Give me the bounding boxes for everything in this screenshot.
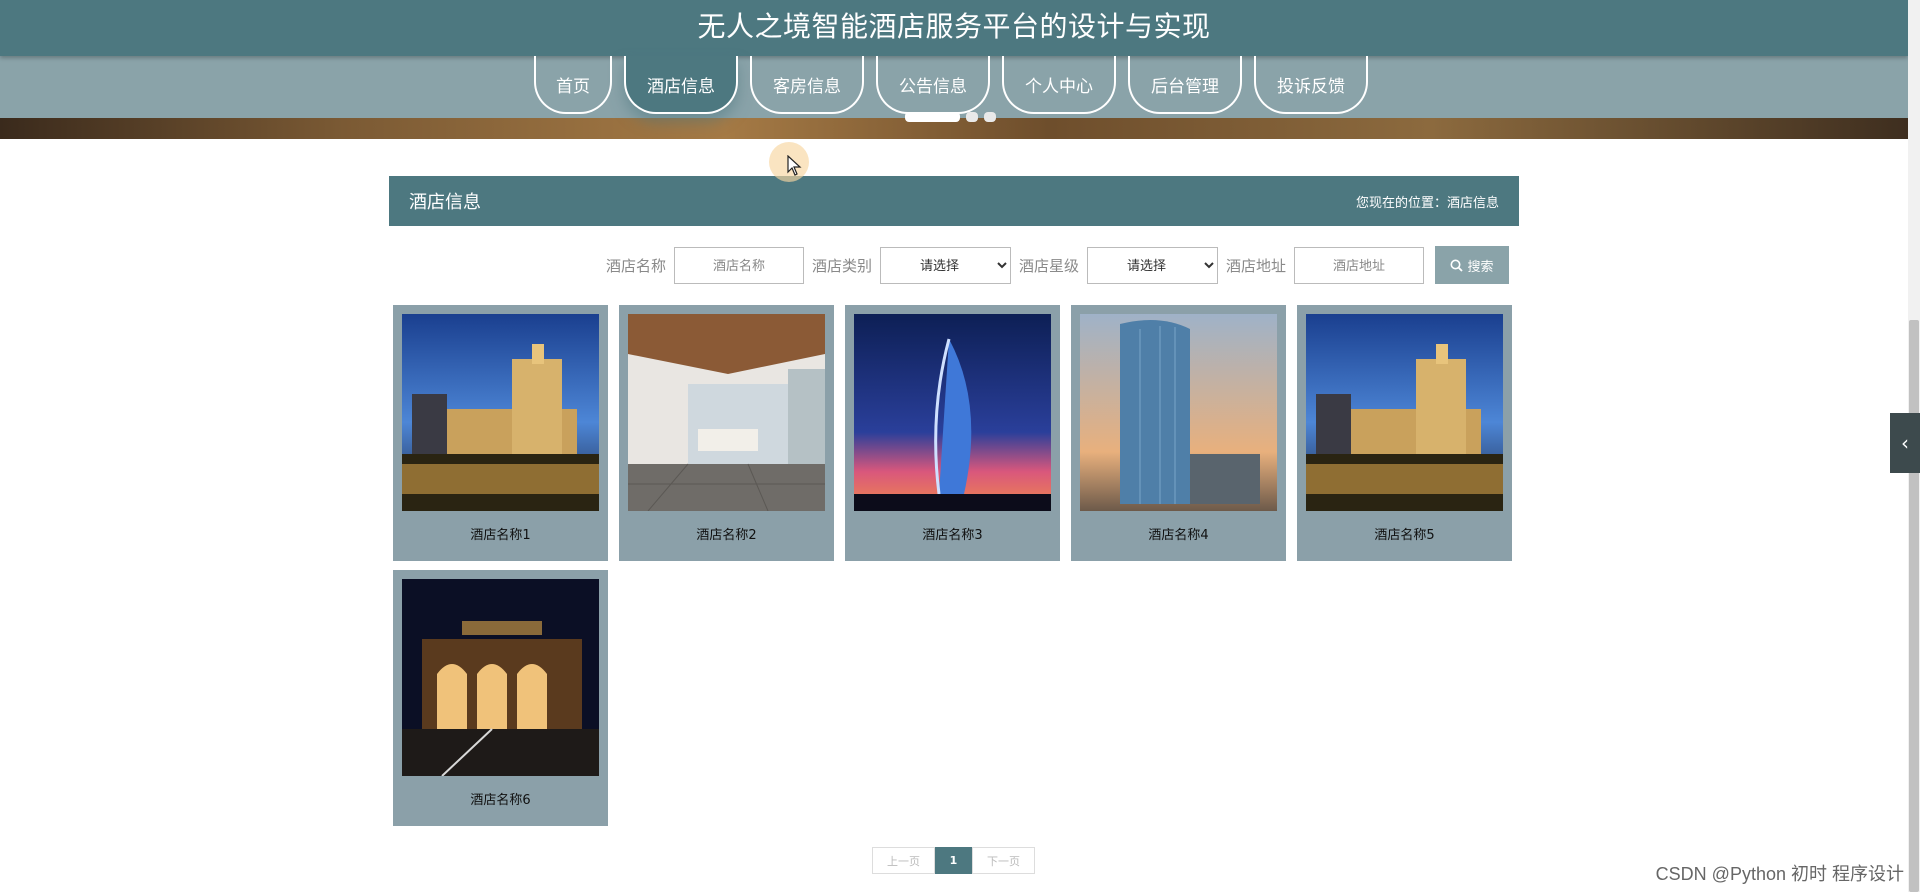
hotel-image[interactable]	[628, 314, 825, 511]
hotel-type-select[interactable]: 请选择	[879, 246, 1011, 284]
nav-hotel-info[interactable]: 酒店信息	[624, 56, 738, 114]
watermark: CSDN @Python 初时 程序设计	[1655, 864, 1904, 884]
site-title: 无人之境智能酒店服务平台的设计与实现	[697, 10, 1211, 43]
site-header: 无人之境智能酒店服务平台的设计与实现	[0, 0, 1908, 56]
nav-feedback[interactable]: 投诉反馈	[1254, 56, 1368, 114]
carousel-indicators	[905, 112, 996, 122]
hotel-image[interactable]	[854, 314, 1051, 511]
main-nav: 首页 酒店信息 客房信息 公告信息 个人中心 后台管理 投诉反馈	[534, 56, 1368, 114]
hotel-name[interactable]: 酒店名称1	[402, 524, 599, 543]
hotel-image[interactable]	[402, 579, 599, 776]
nav-admin[interactable]: 后台管理	[1128, 56, 1242, 114]
scrollbar-thumb[interactable]	[1909, 320, 1919, 892]
nav-label: 个人中心	[1025, 76, 1093, 97]
hotel-card[interactable]: 酒店名称2	[619, 305, 834, 561]
hotel-card[interactable]: 酒店名称5	[1297, 305, 1512, 561]
hotel-image[interactable]	[1306, 314, 1503, 511]
search-bar: 酒店名称 酒店类别 请选择 酒店星级 请选择 酒店地址 搜索	[606, 246, 1509, 284]
nav-home[interactable]: 首页	[534, 56, 612, 114]
nav-room-info[interactable]: 客房信息	[750, 56, 864, 114]
search-button-label: 搜索	[1467, 258, 1494, 274]
hotel-name[interactable]: 酒店名称2	[628, 524, 825, 543]
nav-announcements[interactable]: 公告信息	[876, 56, 990, 114]
hotel-grid: 酒店名称1 酒店名称2 酒店名称3 酒店名称4 酒店名称5 酒店名称6	[393, 305, 1519, 826]
panel-header: 酒店信息 您现在的位置：酒店信息	[389, 176, 1519, 226]
hotel-card[interactable]: 酒店名称4	[1071, 305, 1286, 561]
hotel-name[interactable]: 酒店名称4	[1080, 524, 1277, 543]
nav-label: 后台管理	[1151, 76, 1219, 97]
pagination: 上一页 1 下一页	[872, 847, 1035, 874]
nav-label: 首页	[556, 76, 590, 97]
hotel-type-label: 酒店类别	[811, 256, 872, 275]
hotel-name[interactable]: 酒店名称6	[402, 789, 599, 808]
hotel-address-input[interactable]	[1294, 246, 1424, 284]
hotel-name-input[interactable]	[673, 246, 804, 284]
nav-label: 公告信息	[899, 76, 967, 97]
breadcrumb: 您现在的位置：酒店信息	[1355, 195, 1499, 211]
search-icon	[1450, 259, 1464, 272]
nav-personal-center[interactable]: 个人中心	[1002, 56, 1116, 114]
hotel-card[interactable]: 酒店名称3	[845, 305, 1060, 561]
next-page-button[interactable]: 下一页	[972, 847, 1035, 874]
hotel-star-label: 酒店星级	[1018, 256, 1079, 275]
hotel-image[interactable]	[402, 314, 599, 511]
nav-label: 客房信息	[773, 76, 841, 97]
current-page[interactable]: 1	[935, 847, 972, 874]
nav-label: 酒店信息	[647, 76, 715, 97]
hotel-name-label: 酒店名称	[605, 256, 666, 275]
hotel-star-select[interactable]: 请选择	[1086, 246, 1218, 284]
hotel-name[interactable]: 酒店名称5	[1306, 524, 1503, 543]
search-button[interactable]: 搜索	[1435, 246, 1509, 284]
panel-title: 酒店信息	[409, 192, 481, 213]
carousel-dot[interactable]	[966, 112, 978, 122]
carousel-dot[interactable]	[984, 112, 996, 122]
nav-label: 投诉反馈	[1277, 76, 1345, 97]
hotel-card[interactable]: 酒店名称6	[393, 570, 608, 826]
side-drawer-toggle[interactable]: ‹	[1890, 413, 1920, 473]
hotel-name[interactable]: 酒店名称3	[854, 524, 1051, 543]
hotel-address-label: 酒店地址	[1225, 256, 1286, 275]
carousel-dot-active[interactable]	[905, 112, 960, 122]
chevron-left-icon: ‹	[1901, 431, 1909, 455]
prev-page-button[interactable]: 上一页	[872, 847, 935, 874]
hotel-card[interactable]: 酒店名称1	[393, 305, 608, 561]
hotel-image[interactable]	[1080, 314, 1277, 511]
